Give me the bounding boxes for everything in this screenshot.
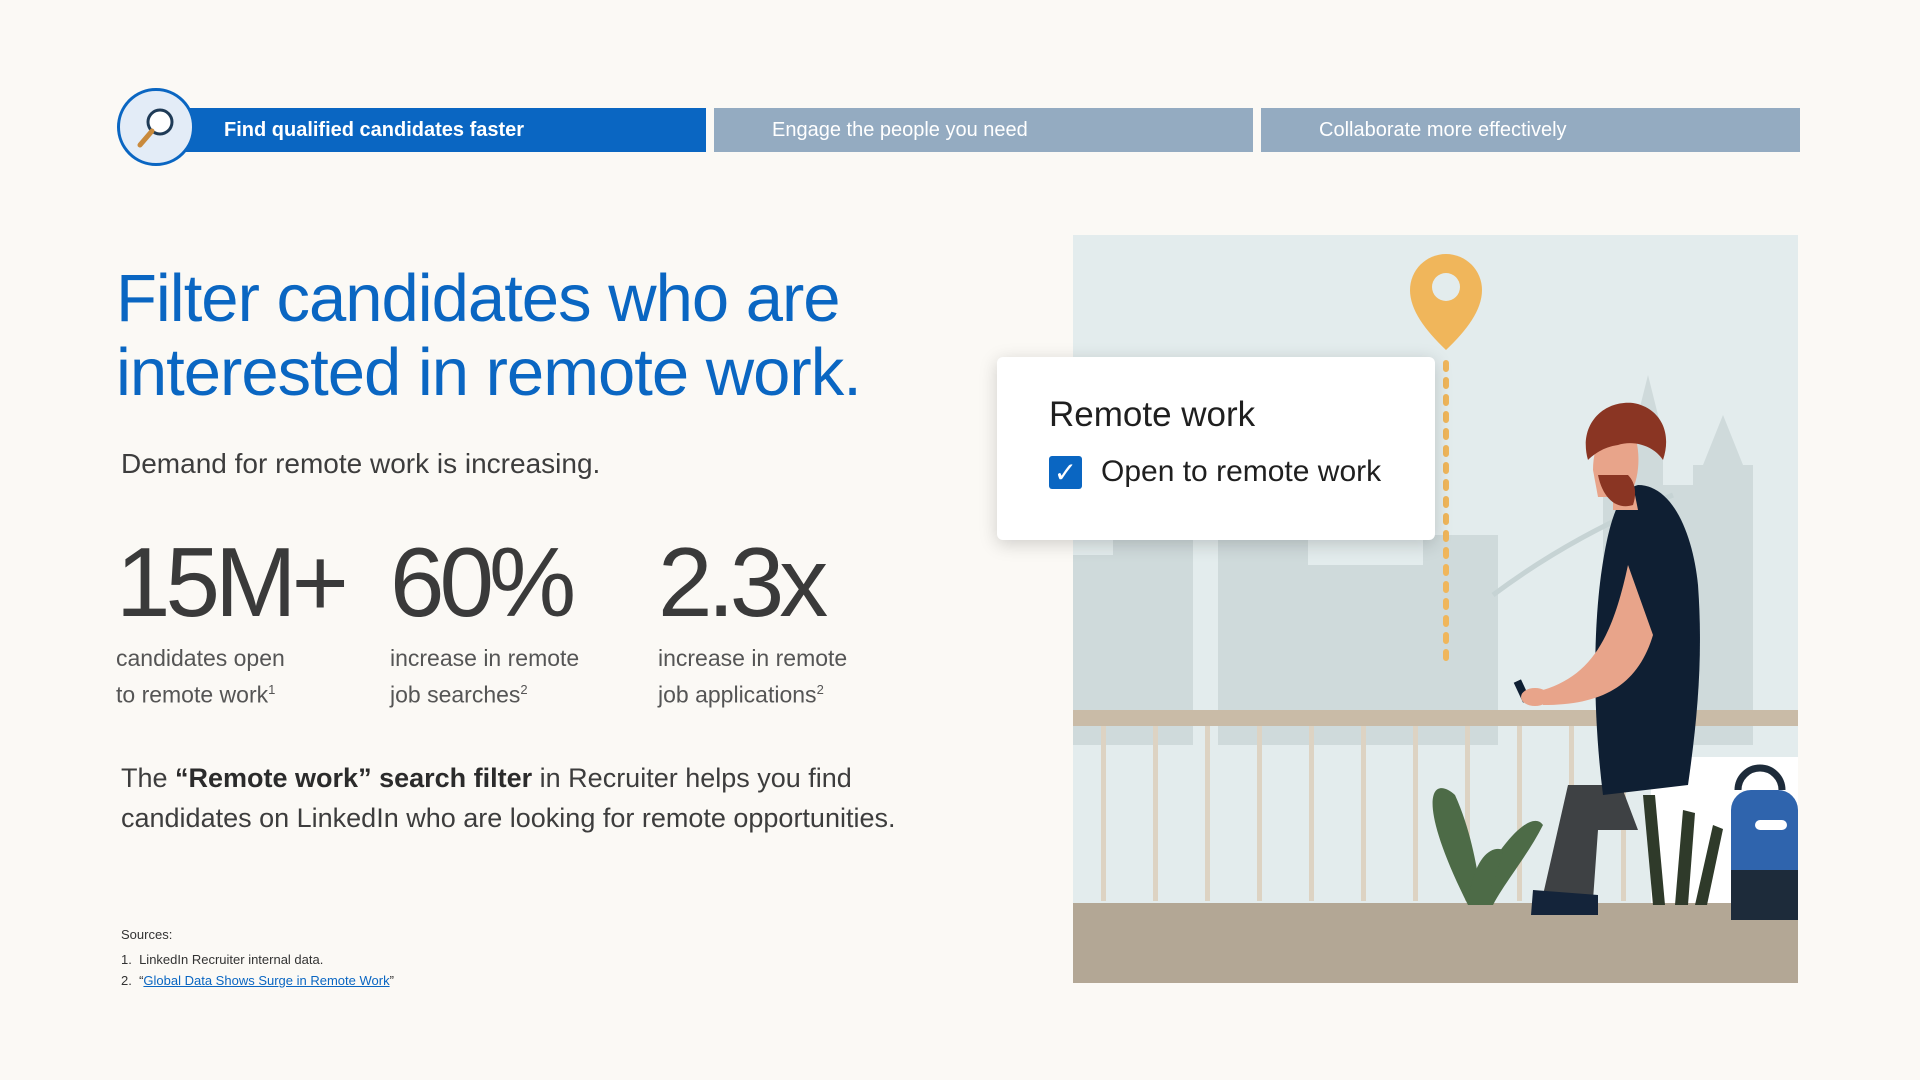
footnote-ref: 2	[520, 682, 528, 697]
footnote-ref: 1	[268, 682, 276, 697]
stat-value: 15M+	[116, 527, 349, 637]
stat-searches: 60% increase in remote job searches2	[390, 532, 630, 711]
stat-applications: 2.3x increase in remote job applications…	[658, 532, 898, 711]
subheading: Demand for remote work is increasing.	[121, 448, 601, 479]
stat-description: candidates open to remote work1	[116, 645, 285, 708]
tab-collaborate[interactable]: Collaborate more effectively	[1261, 108, 1800, 152]
filter-name: “Remote work” search filter	[175, 763, 533, 793]
stat-candidates: 15M+ candidates open to remote work1	[116, 532, 356, 711]
checkmark-icon: ✓	[1053, 456, 1078, 488]
source-item: 2. “Global Data Shows Surge in Remote Wo…	[121, 973, 394, 988]
sources: Sources: 1. LinkedIn Recruiter internal …	[121, 924, 394, 991]
stat-value: 2.3x	[658, 527, 828, 637]
stat-description: increase in remote job applications2	[658, 645, 848, 708]
magnifier-icon	[117, 88, 195, 166]
sources-title: Sources:	[121, 927, 173, 942]
remote-work-checkbox[interactable]: ✓	[1049, 455, 1082, 489]
remote-worker-illustration	[1073, 235, 1798, 983]
stat-description: increase in remote job searches2	[390, 645, 580, 708]
remote-work-filter-card: Remote work ✓ Open to remote work	[997, 357, 1435, 540]
title-line-1: Filter candidates who are	[116, 261, 841, 336]
checkbox-label: Open to remote work	[1101, 455, 1382, 488]
filter-option-row[interactable]: ✓ Open to remote work	[1049, 455, 1435, 489]
title-line-2: interested in remote work.	[116, 335, 862, 410]
source-link[interactable]: Global Data Shows Surge in Remote Work	[143, 973, 389, 988]
tab-engage-people[interactable]: Engage the people you need	[714, 108, 1253, 152]
source-item: 1. LinkedIn Recruiter internal data.	[121, 952, 324, 967]
body-paragraph: The “Remote work” search filter in Recru…	[121, 763, 896, 833]
stat-value: 60%	[390, 527, 576, 637]
page-title: Filter candidates who are interested in …	[116, 262, 1016, 410]
filter-card-title: Remote work	[1049, 395, 1256, 434]
tab-find-candidates[interactable]: Find qualified candidates faster	[158, 108, 706, 152]
footnote-ref: 2	[816, 682, 824, 697]
